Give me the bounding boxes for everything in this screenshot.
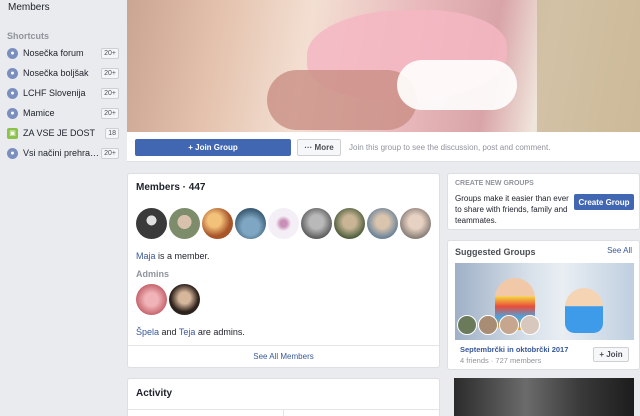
sidebar-item-mamice[interactable]: ● Mamice 20+ (0, 103, 122, 123)
group-icon: ● (7, 67, 18, 79)
group-icon: ● (7, 107, 18, 119)
cover-sleeve (397, 60, 517, 110)
member-suffix: is a member. (155, 251, 210, 261)
cover-arm (267, 70, 417, 130)
sidebar-shortcuts-heading: Shortcuts (7, 31, 50, 41)
admin-avatar[interactable] (169, 284, 200, 315)
activity-column-divider (283, 409, 284, 416)
group-icon: ● (7, 147, 18, 159)
left-sidebar: Members Shortcuts ● Nosečka forum 20+ ● … (0, 0, 127, 416)
sidebar-item-label: Mamice (23, 108, 55, 118)
member-sentence: Maja is a member. (136, 251, 210, 261)
friend-avatar[interactable] (457, 315, 477, 335)
sidebar-item-label: Vsi načini prehrane... (23, 148, 102, 158)
notification-badge: 20+ (101, 47, 119, 59)
activity-title: Activity (136, 388, 173, 399)
sidebar-item-label: Nosečka forum (23, 48, 84, 58)
group-cover-photo (127, 0, 640, 132)
suggested-group-cover[interactable] (455, 263, 634, 340)
sidebar-item-vsi-nacini-prehrane[interactable]: ● Vsi načini prehrane... 20+ (0, 143, 122, 163)
notification-badge: 18 (105, 127, 119, 139)
more-button[interactable]: ··· More (297, 139, 341, 156)
suggested-groups-card: Suggested Groups See All Septembrčki in … (447, 240, 640, 370)
create-group-card: CREATE NEW GROUPS Groups make it easier … (447, 173, 640, 230)
suggested-join-button[interactable]: + Join (593, 347, 629, 362)
notification-badge: 20+ (101, 67, 119, 79)
admin-name-link[interactable]: Teja (179, 327, 196, 337)
sidebar-item-lchf-slovenija[interactable]: ● LCHF Slovenija 20+ (0, 83, 122, 103)
friend-avatars (457, 315, 540, 335)
member-avatar[interactable] (136, 208, 167, 239)
friend-avatar[interactable] (499, 315, 519, 335)
sidebar-item-nosecka-boljsak[interactable]: ● Nosečka boljšak 20+ (0, 63, 122, 83)
admins-and: and (159, 327, 179, 337)
admins-heading: Admins (136, 269, 170, 279)
admin-avatar[interactable] (136, 284, 167, 315)
create-group-button[interactable]: Create Group (574, 194, 634, 210)
sidebar-item-label: LCHF Slovenija (23, 88, 86, 98)
notification-badge: 20+ (101, 147, 119, 159)
group-icon: ● (7, 47, 18, 59)
suggested-see-all-link[interactable]: See All (607, 246, 632, 255)
notification-badge: 20+ (101, 107, 119, 119)
friend-avatar[interactable] (478, 315, 498, 335)
member-avatar[interactable] (400, 208, 431, 239)
members-card: Members · 447 Maja is a member. Admins Š… (127, 173, 440, 368)
sidebar-item-label: Nosečka boljšak (23, 68, 89, 78)
friend-avatar[interactable] (520, 315, 540, 335)
notification-badge: 20+ (101, 87, 119, 99)
member-avatar[interactable] (268, 208, 299, 239)
suggested-group-name[interactable]: Septembrčki in oktobrčki 2017 (460, 345, 568, 354)
member-avatar[interactable] (334, 208, 365, 239)
suggested-groups-title: Suggested Groups (455, 247, 536, 257)
create-groups-heading: CREATE NEW GROUPS (455, 180, 534, 187)
member-name-link[interactable]: Maja (136, 251, 156, 261)
member-avatar[interactable] (202, 208, 233, 239)
member-avatar[interactable] (235, 208, 266, 239)
sidebar-item-label: ZA VSE JE DOST (23, 128, 96, 138)
member-avatars (136, 208, 431, 239)
admins-suffix: are admins. (195, 327, 245, 337)
admins-sentence: Špela and Teja are admins. (136, 327, 245, 337)
cover-child (565, 288, 603, 333)
member-avatar[interactable] (301, 208, 332, 239)
page-icon: ▣ (7, 127, 18, 139)
sidebar-members-link[interactable]: Members (8, 2, 50, 13)
create-groups-description: Groups make it easier than ever to share… (455, 194, 569, 225)
group-action-bar: + Join Group ··· More Join this group to… (127, 132, 640, 162)
members-title[interactable]: Members · 447 (136, 182, 205, 193)
see-all-members-link[interactable]: See All Members (128, 345, 439, 367)
sidebar-item-nosecka-forum[interactable]: ● Nosečka forum 20+ (0, 43, 122, 63)
cover-background (537, 0, 640, 132)
activity-card: Activity (127, 378, 440, 416)
member-avatar[interactable] (367, 208, 398, 239)
sidebar-item-za-vse-je-dost[interactable]: ▣ ZA VSE JE DOST 18 (0, 123, 122, 143)
suggested-group-meta: 4 friends · 727 members (460, 356, 542, 365)
admin-avatars (136, 284, 200, 315)
join-note: Join this group to see the discussion, p… (349, 143, 551, 152)
group-icon: ● (7, 87, 18, 99)
next-suggested-group-cover[interactable] (454, 378, 634, 416)
member-avatar[interactable] (169, 208, 200, 239)
join-group-button[interactable]: + Join Group (135, 139, 291, 156)
admin-name-link[interactable]: Špela (136, 327, 159, 337)
